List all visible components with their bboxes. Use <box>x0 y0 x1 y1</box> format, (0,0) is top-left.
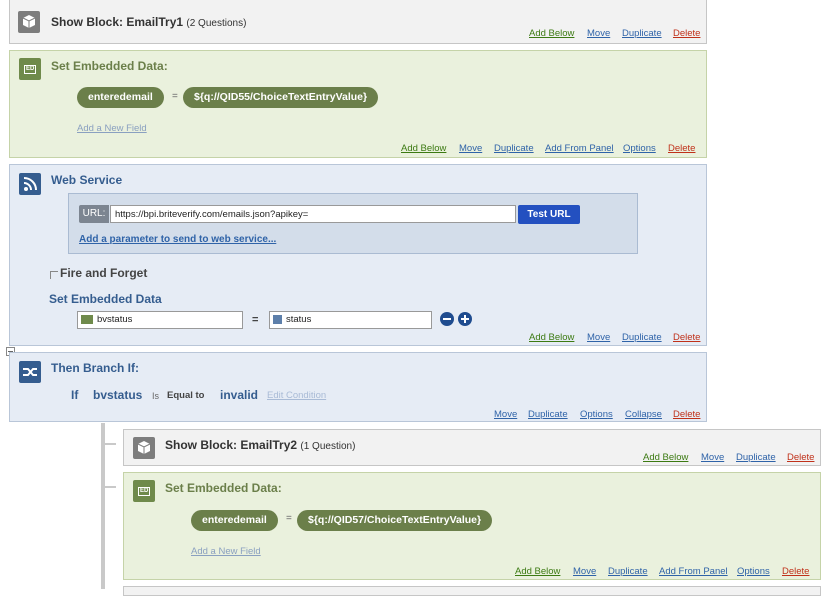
web-service-block: Web Service URL: https://bpi.briteverify… <box>9 164 707 346</box>
minus-circle-icon[interactable] <box>440 312 454 326</box>
set-embedded-data-heading: Set Embedded Data <box>49 292 162 306</box>
embedded-data-icon <box>81 315 93 324</box>
show-block-emailtry1: Show Block: EmailTry1 (2 Questions) Add … <box>9 0 707 44</box>
delete-link[interactable]: Delete <box>668 143 695 154</box>
add-below-link[interactable]: Add Below <box>529 332 574 343</box>
fire-and-forget-label: Fire and Forget <box>60 266 148 280</box>
duplicate-link[interactable]: Duplicate <box>528 409 568 420</box>
embedded-field-value[interactable]: ${q://QID57/ChoiceTextEntryValue} <box>297 510 493 531</box>
duplicate-link[interactable]: Duplicate <box>622 28 662 39</box>
branch-title: Then Branch If: <box>51 361 140 375</box>
add-from-panel-link[interactable]: Add From Panel <box>545 143 614 154</box>
move-link[interactable]: Move <box>459 143 482 154</box>
embedded-data-icon: ED <box>19 58 41 80</box>
duplicate-link[interactable]: Duplicate <box>736 452 776 463</box>
add-below-link[interactable]: Add Below <box>401 143 446 154</box>
duplicate-link[interactable]: Duplicate <box>608 566 648 577</box>
set-embedded-data-block-2: ED Set Embedded Data: enteredemail = ${q… <box>123 472 821 580</box>
branch-arrow-icon <box>19 361 41 383</box>
flow-connector-arrow <box>105 443 116 445</box>
delete-link[interactable]: Delete <box>787 452 814 463</box>
embedded-title: Set Embedded Data: <box>165 481 282 495</box>
embedded-var-input[interactable]: bvstatus <box>77 311 243 329</box>
branch-block: Then Branch If: If bvstatus Is Equal to … <box>9 352 707 422</box>
add-below-link[interactable]: Add Below <box>643 452 688 463</box>
cube-icon <box>18 11 40 33</box>
delete-link[interactable]: Delete <box>673 409 700 420</box>
add-below-link[interactable]: Add Below <box>515 566 560 577</box>
condition-field: bvstatus <box>93 388 143 402</box>
equals-sign: = <box>286 513 292 524</box>
options-link[interactable]: Options <box>580 409 613 420</box>
move-link[interactable]: Move <box>587 28 610 39</box>
var-name-text: bvstatus <box>97 314 133 325</box>
equals-sign: = <box>252 314 259 326</box>
service-value-input[interactable]: status <box>269 311 432 329</box>
condition-value: invalid <box>220 388 259 402</box>
is-keyword: Is <box>152 391 160 401</box>
embedded-data-icon: ED <box>133 480 155 502</box>
delete-link[interactable]: Delete <box>782 566 809 577</box>
set-embedded-data-block-1: ED Set Embedded Data: enteredemail = ${q… <box>9 50 707 158</box>
delete-link[interactable]: Delete <box>673 332 700 343</box>
move-link[interactable]: Move <box>494 409 517 420</box>
plus-circle-icon[interactable] <box>458 312 472 326</box>
move-link[interactable]: Move <box>573 566 596 577</box>
show-block-emailtry2: Show Block: EmailTry2 (1 Question) Add B… <box>123 429 821 466</box>
add-new-field-link[interactable]: Add a New Field <box>77 123 147 134</box>
url-panel: URL: https://bpi.briteverify.com/emails.… <box>68 193 638 254</box>
next-flow-block <box>123 586 821 596</box>
collapse-link[interactable]: Collapse <box>625 409 662 420</box>
if-keyword: If <box>71 388 79 402</box>
add-below-link[interactable]: Add Below <box>529 28 574 39</box>
condition-operator: Equal to <box>167 390 205 401</box>
test-url-button[interactable]: Test URL <box>518 205 580 224</box>
options-link[interactable]: Options <box>623 143 656 154</box>
add-parameter-link[interactable]: Add a parameter to send to web service..… <box>79 234 276 245</box>
embedded-title: Set Embedded Data: <box>51 59 168 73</box>
embedded-field-name[interactable]: enteredemail <box>77 87 164 108</box>
var-value-text: status <box>286 314 312 325</box>
web-service-title: Web Service <box>51 173 123 187</box>
options-link[interactable]: Options <box>737 566 770 577</box>
rss-feed-icon <box>19 173 41 195</box>
block-title: Show Block: EmailTry1 (2 Questions) <box>51 15 247 29</box>
cube-icon <box>133 437 155 459</box>
fire-and-forget-checkbox[interactable] <box>50 271 58 279</box>
edit-condition-link[interactable]: Edit Condition <box>267 390 326 401</box>
block-title: Show Block: EmailTry2 (1 Question) <box>165 438 356 452</box>
add-new-field-link[interactable]: Add a New Field <box>191 546 261 557</box>
embedded-field-name[interactable]: enteredemail <box>191 510 278 531</box>
embedded-field-value[interactable]: ${q://QID55/ChoiceTextEntryValue} <box>183 87 379 108</box>
move-link[interactable]: Move <box>701 452 724 463</box>
rss-feed-icon <box>273 315 282 324</box>
add-from-panel-link[interactable]: Add From Panel <box>659 566 728 577</box>
duplicate-link[interactable]: Duplicate <box>622 332 662 343</box>
move-link[interactable]: Move <box>587 332 610 343</box>
url-label: URL: <box>79 205 109 223</box>
duplicate-link[interactable]: Duplicate <box>494 143 534 154</box>
url-input[interactable]: https://bpi.briteverify.com/emails.json?… <box>110 205 516 223</box>
equals-sign: = <box>172 91 178 102</box>
flow-connector-arrow <box>105 486 116 488</box>
flow-connector-line <box>101 423 105 589</box>
delete-link[interactable]: Delete <box>673 28 700 39</box>
